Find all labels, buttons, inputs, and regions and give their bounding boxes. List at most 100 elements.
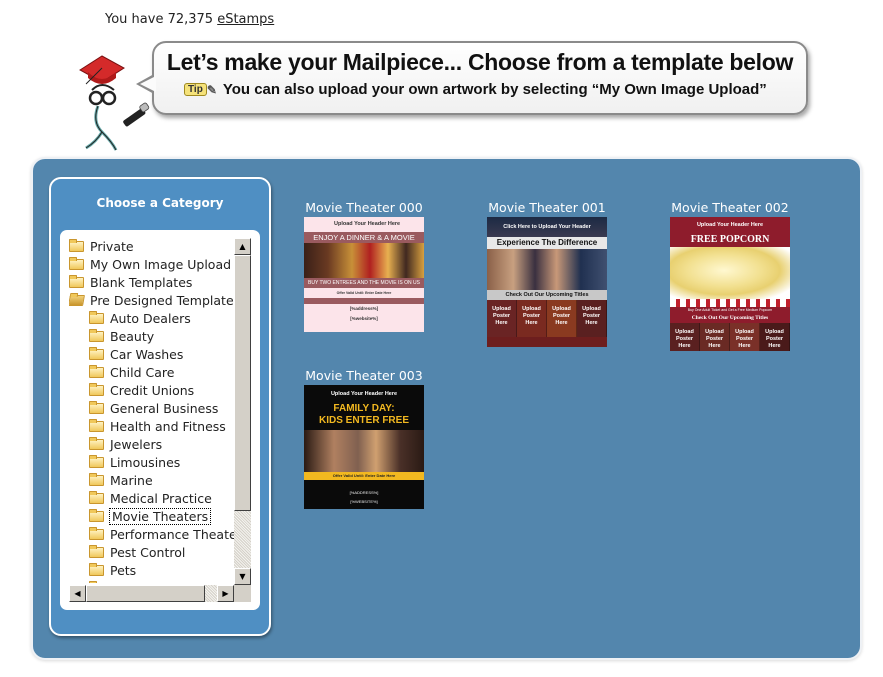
category-item[interactable]: Marine xyxy=(69,472,234,490)
thumb-header-text: Upload Your Header Here xyxy=(696,222,764,228)
category-item-label[interactable]: Medical Practice xyxy=(110,491,212,506)
category-item[interactable]: Limousines xyxy=(69,454,234,472)
template-label[interactable]: Movie Theater 000 xyxy=(302,199,426,217)
folder-icon xyxy=(89,401,104,414)
category-item-label[interactable]: Movie Theaters xyxy=(108,508,212,525)
folder-icon xyxy=(89,491,104,504)
folder-icon xyxy=(69,275,84,288)
category-item-label[interactable]: Pre Designed Templates xyxy=(90,293,234,308)
folder-icon xyxy=(89,527,104,540)
template-label[interactable]: Movie Theater 003 xyxy=(302,367,426,385)
graduate-mascot-icon xyxy=(79,55,150,151)
category-item-label[interactable]: Blank Templates xyxy=(90,275,192,290)
category-item-label[interactable]: Credit Unions xyxy=(110,383,194,398)
category-item[interactable]: Auto Dealers xyxy=(69,310,234,328)
category-item-label[interactable]: Political xyxy=(110,581,158,583)
scroll-down-button[interactable]: ▼ xyxy=(234,568,251,585)
thumb-address: [%ADDRESS%] xyxy=(349,490,379,495)
thumb-poster-slot: Upload Poster Here xyxy=(487,300,517,337)
category-item-label[interactable]: Pest Control xyxy=(110,545,185,560)
thumb-poster-row: Upload Poster Here Upload Poster Here Up… xyxy=(670,323,790,351)
category-item[interactable]: Political xyxy=(69,580,234,583)
thumb-headline: FAMILY DAY: KIDS ENTER FREE xyxy=(304,403,424,430)
instruction-bubble: Let’s make your Mailpiece... Choose from… xyxy=(152,41,808,115)
category-item-label[interactable]: General Business xyxy=(110,401,218,416)
thumb-headline: ENJOY A DINNER & A MOVIE xyxy=(304,232,424,243)
category-item[interactable]: Private xyxy=(69,238,234,256)
scrollbar-corner xyxy=(234,585,251,602)
category-item-label[interactable]: Marine xyxy=(110,473,153,488)
template-card[interactable]: Movie Theater 001 Click Here to Upload Y… xyxy=(485,199,609,347)
thumb-stripe xyxy=(670,299,790,307)
category-item-label[interactable]: Health and Fitness xyxy=(110,419,226,434)
template-card[interactable]: Movie Theater 002 Upload Your Header Her… xyxy=(668,199,792,351)
template-card[interactable]: Movie Theater 000 Upload Your Header Her… xyxy=(302,199,426,332)
folder-icon xyxy=(89,329,104,342)
category-item-label[interactable]: Beauty xyxy=(110,329,154,344)
thumb-subline: Check Out Our Upcoming Titles xyxy=(691,315,769,321)
thumb-poster-slot: Upload Poster Here xyxy=(700,323,730,351)
folder-icon xyxy=(89,473,104,486)
scroll-left-button[interactable]: ◀ xyxy=(69,585,86,602)
category-item[interactable]: Pets xyxy=(69,562,234,580)
template-thumbnail[interactable]: Upload Your Header Here FREE POPCORN Buy… xyxy=(670,217,790,351)
thumb-subline: Check Out Our Upcoming Titles xyxy=(487,290,607,300)
template-label[interactable]: Movie Theater 001 xyxy=(485,199,609,217)
estamps-balance-text: You have 72,375 xyxy=(105,12,214,27)
category-item-label[interactable]: Auto Dealers xyxy=(110,311,191,326)
category-item[interactable]: Car Washes xyxy=(69,346,234,364)
thumb-poster-slot: Upload Poster Here xyxy=(547,300,577,337)
category-item[interactable]: Health and Fitness xyxy=(69,418,234,436)
magic-wand-icon: ✎ xyxy=(206,83,217,97)
category-item-label[interactable]: Limousines xyxy=(110,455,180,470)
category-item[interactable]: Child Care xyxy=(69,364,234,382)
category-item[interactable]: Credit Unions xyxy=(69,382,234,400)
category-item-label[interactable]: Child Care xyxy=(110,365,174,380)
category-panel: Choose a Category Private My Own Image Up… xyxy=(49,177,271,636)
thumb-subline: BUY TWO ENTREES AND THE MOVIE IS ON US xyxy=(304,278,424,288)
category-item[interactable]: Blank Templates xyxy=(69,274,234,292)
scroll-right-button[interactable]: ▶ xyxy=(217,585,234,602)
category-item-label[interactable]: Pets xyxy=(110,563,136,578)
thumb-website: [%WEBSITE%] xyxy=(350,499,378,504)
folder-icon xyxy=(89,455,104,468)
category-item-label[interactable]: Performance Theaters xyxy=(110,527,234,542)
category-item-label[interactable]: Jewelers xyxy=(110,437,162,452)
thumb-photo xyxy=(670,247,790,299)
template-thumbnail[interactable]: Click Here to Upload Your Header Experie… xyxy=(487,217,607,347)
vertical-scroll-thumb[interactable] xyxy=(234,255,251,511)
folder-icon xyxy=(89,419,104,432)
folder-icon xyxy=(69,257,84,270)
thumb-spacer xyxy=(304,480,424,488)
bubble-tail-inner xyxy=(140,76,156,92)
folder-icon xyxy=(89,563,104,576)
category-item-label[interactable]: My Own Image Upload xyxy=(90,257,231,272)
category-item[interactable]: Jewelers xyxy=(69,436,234,454)
category-item[interactable]: Medical Practice xyxy=(69,490,234,508)
template-card[interactable]: Movie Theater 003 Upload Your Header Her… xyxy=(302,367,426,509)
category-item[interactable]: General Business xyxy=(69,400,234,418)
category-item[interactable]: Movie Theaters xyxy=(69,508,234,526)
category-item[interactable]: Beauty xyxy=(69,328,234,346)
folder-icon xyxy=(89,383,104,396)
scroll-up-button[interactable]: ▲ xyxy=(234,238,251,255)
category-item-label[interactable]: Private xyxy=(90,239,134,254)
template-thumbnail[interactable]: Upload Your Header Here ENJOY A DINNER &… xyxy=(304,217,424,332)
template-label[interactable]: Movie Theater 002 xyxy=(668,199,792,217)
horizontal-scroll-thumb[interactable] xyxy=(86,585,205,602)
category-item[interactable]: Pre Designed Templates xyxy=(69,292,234,310)
tip-line: Tip ✎ You can also upload your own artwork… xyxy=(184,81,767,98)
category-item[interactable]: My Own Image Upload xyxy=(69,256,234,274)
folder-icon xyxy=(89,437,104,450)
horizontal-scrollbar[interactable]: ◀ ▶ xyxy=(69,585,234,602)
thumb-headline-line-1: FAMILY DAY: xyxy=(333,403,395,414)
category-item[interactable]: Performance Theaters xyxy=(69,526,234,544)
category-item-label[interactable]: Car Washes xyxy=(110,347,183,362)
vertical-scrollbar[interactable]: ▲ ▼ xyxy=(234,238,251,585)
category-item[interactable]: Pest Control xyxy=(69,544,234,562)
thumb-website: [%website%] xyxy=(350,316,378,321)
folder-icon xyxy=(89,545,104,558)
thumb-header-text: Click Here to Upload Your Header xyxy=(487,217,607,237)
estamps-link[interactable]: eStamps xyxy=(217,12,274,27)
template-thumbnail[interactable]: Upload Your Header Here FAMILY DAY: KIDS… xyxy=(304,385,424,509)
